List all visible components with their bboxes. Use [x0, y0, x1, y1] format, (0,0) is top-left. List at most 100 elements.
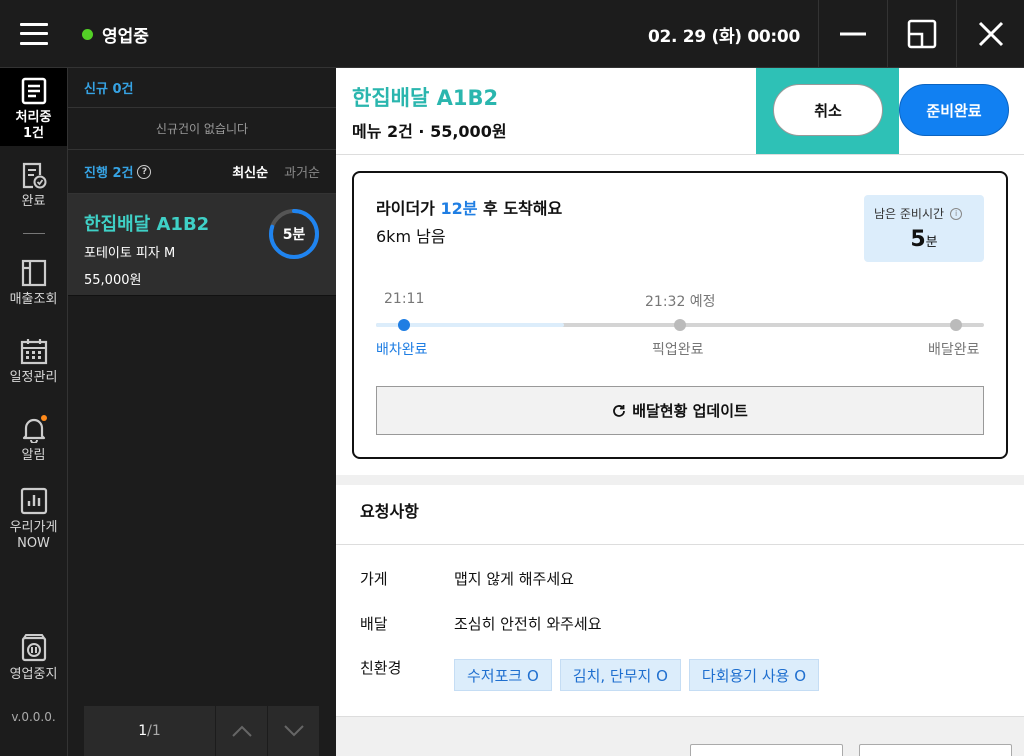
calendar-icon [19, 336, 49, 366]
minimize-icon [839, 32, 866, 36]
eco-tag: 수저포크 O [454, 659, 552, 691]
section-gap [336, 475, 1024, 485]
sort-latest[interactable]: 최신순 [232, 162, 268, 181]
window-mode-button[interactable] [887, 0, 955, 68]
eco-tag: 김치, 단무지 O [559, 659, 681, 691]
sidebar-item-label: 알림 [21, 448, 46, 463]
bottom-button-left[interactable] [690, 744, 843, 756]
sidebar-item-sublabel: NOW [17, 536, 50, 551]
sidebar-item-pause-store[interactable]: 영업중지 [0, 633, 67, 683]
new-orders-empty: 신규건이 없습니다 [68, 108, 336, 150]
clipboard-list-icon [19, 76, 49, 106]
page-up-button[interactable] [216, 706, 268, 756]
menu-button[interactable] [0, 0, 68, 68]
close-icon [978, 21, 1003, 47]
rider-status-card: 라이더가 12분 후 도착해요 6km 남음 남은 준비시간 i 5분 21:1… [352, 171, 1008, 459]
timeline-dot-pickup [674, 319, 686, 331]
page-total: /1 [147, 723, 161, 739]
order-detail-header: 한집배달 A1B2 메뉴 2건 · 55,000원 취소 준비완료 [336, 68, 1024, 155]
rider-arrival-suffix: 후 도착해요 [477, 199, 563, 218]
sidebar-item-completed[interactable]: 완료 [0, 160, 67, 210]
sidebar-item-label: 완료 [21, 194, 46, 209]
page-down-button[interactable] [268, 706, 320, 756]
sidebar-item-schedule[interactable]: 일정관리 [0, 336, 67, 386]
rider-arrival-text: 라이더가 12분 후 도착해요 [376, 195, 562, 219]
sort-options: 최신순 과거순 [232, 162, 320, 181]
sidebar-item-label: 영업중지 [9, 667, 58, 682]
sidebar-item-label: 우리가게 [9, 520, 58, 535]
sidebar-item-notifications[interactable]: 알림 [0, 414, 67, 464]
pagination: 1/1 [84, 706, 320, 756]
timeline-dispatch-time: 21:11 [384, 291, 425, 307]
bell-icon [19, 414, 49, 444]
status-dot-icon [82, 28, 93, 40]
help-icon[interactable]: ? [137, 164, 152, 179]
rider-arrival-minutes: 12분 [440, 199, 478, 218]
update-delivery-status-button[interactable]: 배달현황 업데이트 [376, 386, 984, 435]
info-icon[interactable]: i [950, 207, 963, 220]
close-button[interactable] [956, 0, 1024, 68]
timeline-label-pickup: 픽업완료 [652, 342, 704, 358]
order-card[interactable]: 한집배달 A1B2 포테이토 피자 M 55,000원 5분 [68, 194, 336, 296]
new-orders-header: 신규 0건 [68, 68, 336, 108]
requests-divider [336, 544, 1024, 545]
timeline-label-dispatched: 배차완료 [376, 342, 428, 358]
page-current: 1 [138, 723, 148, 739]
remaining-prep-label-text: 남은 준비시간 [874, 207, 945, 221]
sidebar-item-label: 일정관리 [9, 370, 58, 385]
request-store-row: 가게 맵지 않게 해주세요 [360, 568, 574, 589]
sidebar-divider [23, 233, 45, 234]
request-store-key: 가게 [360, 570, 388, 588]
rider-arrival-prefix: 라이더가 [376, 199, 441, 218]
remaining-prep-number: 5 [910, 227, 926, 252]
page-indicator: 1/1 [84, 706, 216, 756]
sidebar-item-label: 매출조회 [9, 292, 58, 307]
update-delivery-status-label: 배달현황 업데이트 [632, 402, 748, 420]
remaining-prep-label: 남은 준비시간 i [874, 205, 963, 222]
store-status[interactable]: 영업중 [82, 20, 149, 48]
sort-oldest[interactable]: 과거순 [284, 162, 320, 181]
sidebar-item-count: 1건 [22, 126, 44, 141]
sidebar: 처리중 1건 완료 매출조회 일정관리 알림 우리가게 NOW 영업중지 v.0… [0, 68, 68, 756]
sidebar-item-processing[interactable]: 처리중 1건 [0, 68, 67, 146]
request-eco-row: 친환경 [360, 657, 454, 678]
request-delivery-row: 배달 조심히 안전히 와주세요 [360, 613, 602, 634]
sidebar-item-store-now[interactable]: 우리가게 NOW [0, 486, 67, 552]
ledger-icon [19, 258, 49, 288]
in-progress-label: 진행 2건 ? [84, 162, 152, 181]
request-eco-key: 친환경 [360, 659, 402, 677]
requests-title: 요청사항 [360, 502, 419, 521]
order-detail-panel: 한집배달 A1B2 메뉴 2건 · 55,000원 취소 준비완료 라이더가 1… [336, 68, 1024, 756]
timeline-dot-delivered [950, 319, 962, 331]
order-list-panel: 신규 0건 신규건이 없습니다 진행 2건 ? 최신순 과거순 한집배달 A1B… [68, 68, 336, 756]
rider-distance: 6km 남음 [376, 227, 446, 246]
in-progress-header: 진행 2건 ? 최신순 과거순 [68, 150, 336, 194]
eco-tags: 수저포크 O 김치, 단무지 O 다회용기 사용 O [454, 659, 820, 691]
bar-chart-icon [19, 486, 49, 516]
in-progress-count: 진행 2건 [84, 166, 134, 181]
remaining-prep-value: 5분 [864, 227, 984, 252]
window-restore-icon [907, 19, 936, 49]
document-check-icon [19, 160, 49, 190]
timeline-dot-dispatched [398, 319, 410, 331]
app-window: 영업중 02. 29 (화) 00:00 처리중 1건 완료 매출조회 일정관리… [0, 0, 1024, 756]
remaining-prep-unit: 분 [925, 235, 938, 250]
request-store-value: 맵지 않게 해주세요 [454, 570, 574, 588]
chevron-up-icon [231, 725, 252, 737]
order-timer-label: 5분 [282, 227, 306, 243]
current-datetime: 02. 29 (화) 00:00 [647, 26, 800, 47]
cancel-button[interactable]: 취소 [773, 84, 883, 136]
sidebar-item-sales[interactable]: 매출조회 [0, 258, 67, 308]
request-delivery-key: 배달 [360, 615, 388, 633]
refresh-icon [612, 404, 626, 418]
request-delivery-value: 조심히 안전히 와주세요 [454, 615, 602, 633]
bottom-button-right[interactable] [859, 744, 1012, 756]
timeline-label-delivered: 배달완료 [928, 342, 980, 358]
pause-store-icon [19, 633, 49, 663]
chevron-down-icon [283, 725, 304, 737]
sidebar-item-label: 처리중 [15, 110, 52, 125]
eco-tag: 다회용기 사용 O [688, 659, 820, 691]
ready-complete-button[interactable]: 준비완료 [899, 84, 1009, 136]
minimize-button[interactable] [818, 0, 886, 68]
top-bar: 영업중 02. 29 (화) 00:00 [0, 0, 1024, 68]
